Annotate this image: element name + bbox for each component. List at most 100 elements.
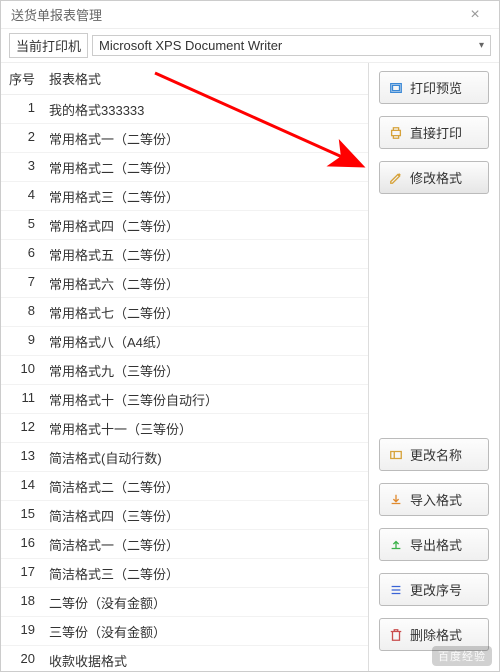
list-item[interactable]: 20收款收据格式 <box>1 646 368 671</box>
button-label: 打印预览 <box>410 78 462 97</box>
list-item-name: 常用格式六（二等份） <box>45 274 368 293</box>
list-item[interactable]: 14简洁格式二（二等份） <box>1 472 368 501</box>
list-item-name: 三等份（没有金额） <box>45 622 368 641</box>
column-header-name: 报表格式 <box>45 69 368 88</box>
list-item-num: 20 <box>1 651 45 670</box>
list-item[interactable]: 18二等份（没有金额） <box>1 588 368 617</box>
main-area: 序号 报表格式 1我的格式3333332常用格式一（二等份）3常用格式二（二等份… <box>1 63 499 671</box>
edit-icon <box>388 171 404 185</box>
list-item-num: 10 <box>1 361 45 380</box>
list-item[interactable]: 10常用格式九（三等份） <box>1 356 368 385</box>
list-item-name: 简洁格式一（二等份） <box>45 535 368 554</box>
list-item-num: 1 <box>1 100 45 119</box>
list-item-name: 收款收据格式 <box>45 651 368 670</box>
list-item-num: 19 <box>1 622 45 641</box>
list-item-num: 11 <box>1 390 45 409</box>
list-item[interactable]: 16简洁格式一（二等份） <box>1 530 368 559</box>
reorder-icon <box>388 583 404 597</box>
list-item[interactable]: 2常用格式一（二等份） <box>1 124 368 153</box>
button-label: 导出格式 <box>410 535 462 554</box>
rename-button[interactable]: 更改名称 <box>379 438 489 471</box>
list-item-num: 3 <box>1 158 45 177</box>
list-item-name: 我的格式333333 <box>45 100 368 119</box>
list-item-name: 常用格式五（二等份） <box>45 245 368 264</box>
list-item-name: 常用格式四（二等份） <box>45 216 368 235</box>
list-item-name: 常用格式十一（三等份） <box>45 419 368 438</box>
list-item[interactable]: 8常用格式七（二等份） <box>1 298 368 327</box>
window: 送货单报表管理 × 当前打印机 Microsoft XPS Document W… <box>0 0 500 672</box>
list-item-num: 7 <box>1 274 45 293</box>
list-item-num: 12 <box>1 419 45 438</box>
list-item-name: 常用格式三（二等份） <box>45 187 368 206</box>
export-button[interactable]: 导出格式 <box>379 528 489 561</box>
import-button[interactable]: 导入格式 <box>379 483 489 516</box>
list-item[interactable]: 12常用格式十一（三等份） <box>1 414 368 443</box>
list-item-name: 简洁格式(自动行数) <box>45 448 368 467</box>
list-item[interactable]: 19三等份（没有金额） <box>1 617 368 646</box>
list-item-name: 常用格式八（A4纸） <box>45 332 368 351</box>
side-pane: 打印预览直接打印修改格式 更改名称导入格式导出格式更改序号删除格式 <box>369 63 499 671</box>
close-button[interactable]: × <box>459 6 491 24</box>
watermark: 百度经验 <box>432 646 492 666</box>
edit-button[interactable]: 修改格式 <box>379 161 489 194</box>
list-item-num: 6 <box>1 245 45 264</box>
list-item-num: 13 <box>1 448 45 467</box>
preview-button[interactable]: 打印预览 <box>379 71 489 104</box>
list-item-num: 5 <box>1 216 45 235</box>
export-icon <box>388 538 404 552</box>
list-item-num: 16 <box>1 535 45 554</box>
button-label: 删除格式 <box>410 625 462 644</box>
preview-icon <box>388 81 404 95</box>
list-item[interactable]: 1我的格式333333 <box>1 95 368 124</box>
list-item-name: 简洁格式三（二等份） <box>45 564 368 583</box>
list-item-num: 8 <box>1 303 45 322</box>
button-label: 导入格式 <box>410 490 462 509</box>
spacer <box>379 206 489 438</box>
list-item-name: 常用格式一（二等份） <box>45 129 368 148</box>
list-item-num: 14 <box>1 477 45 496</box>
printer-label: 当前打印机 <box>9 33 88 58</box>
list-item-name: 常用格式十（三等份自动行） <box>45 390 368 409</box>
format-list-pane: 序号 报表格式 1我的格式3333332常用格式一（二等份）3常用格式二（二等份… <box>1 63 369 671</box>
list-item-num: 2 <box>1 129 45 148</box>
list-item[interactable]: 4常用格式三（二等份） <box>1 182 368 211</box>
list-item-name: 简洁格式四（三等份） <box>45 506 368 525</box>
list-item-num: 15 <box>1 506 45 525</box>
print-button[interactable]: 直接打印 <box>379 116 489 149</box>
column-header-num: 序号 <box>1 69 45 88</box>
rename-icon <box>388 448 404 462</box>
list-item[interactable]: 5常用格式四（二等份） <box>1 211 368 240</box>
import-icon <box>388 493 404 507</box>
window-title: 送货单报表管理 <box>11 5 102 24</box>
button-label: 直接打印 <box>410 123 462 142</box>
button-label: 更改名称 <box>410 445 462 464</box>
list-item-name: 二等份（没有金额） <box>45 593 368 612</box>
printer-row: 当前打印机 Microsoft XPS Document Writer ▾ <box>1 29 499 63</box>
list-item-num: 18 <box>1 593 45 612</box>
print-icon <box>388 126 404 140</box>
list-item[interactable]: 17简洁格式三（二等份） <box>1 559 368 588</box>
printer-selected-value: Microsoft XPS Document Writer <box>99 38 282 53</box>
list-item-name: 简洁格式二（二等份） <box>45 477 368 496</box>
printer-select[interactable]: Microsoft XPS Document Writer ▾ <box>92 35 491 56</box>
reorder-button[interactable]: 更改序号 <box>379 573 489 606</box>
list-item[interactable]: 11常用格式十（三等份自动行） <box>1 385 368 414</box>
list-item-name: 常用格式二（二等份） <box>45 158 368 177</box>
delete-icon <box>388 628 404 642</box>
list-item[interactable]: 9常用格式八（A4纸） <box>1 327 368 356</box>
list-item-name: 常用格式九（三等份） <box>45 361 368 380</box>
list-item-num: 4 <box>1 187 45 206</box>
list-item[interactable]: 15简洁格式四（三等份） <box>1 501 368 530</box>
list-body[interactable]: 1我的格式3333332常用格式一（二等份）3常用格式二（二等份）4常用格式三（… <box>1 95 368 671</box>
titlebar: 送货单报表管理 × <box>1 1 499 29</box>
button-label: 修改格式 <box>410 168 462 187</box>
list-item-name: 常用格式七（二等份） <box>45 303 368 322</box>
chevron-down-icon: ▾ <box>479 40 484 51</box>
button-label: 更改序号 <box>410 580 462 599</box>
list-item-num: 17 <box>1 564 45 583</box>
list-item[interactable]: 13简洁格式(自动行数) <box>1 443 368 472</box>
list-item[interactable]: 7常用格式六（二等份） <box>1 269 368 298</box>
list-header: 序号 报表格式 <box>1 63 368 95</box>
list-item[interactable]: 3常用格式二（二等份） <box>1 153 368 182</box>
list-item[interactable]: 6常用格式五（二等份） <box>1 240 368 269</box>
